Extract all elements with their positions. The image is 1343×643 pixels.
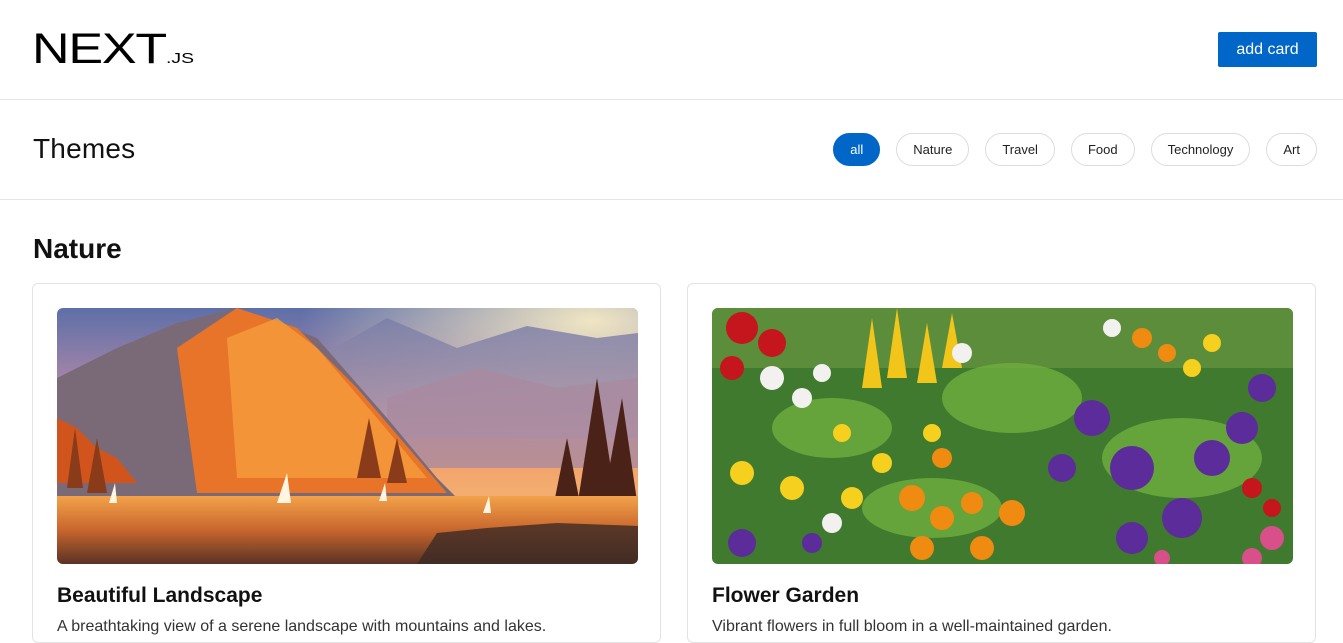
filter-all[interactable]: all xyxy=(833,133,881,166)
filter-food[interactable]: Food xyxy=(1070,133,1135,166)
flower-garden-image xyxy=(712,308,1293,564)
nextjs-logo[interactable]: NEXT .JS xyxy=(32,28,194,66)
themes-bar: Themes all Nature Travel Food Technology… xyxy=(0,100,1343,200)
filter-nature[interactable]: Nature xyxy=(896,133,970,166)
logo-suffix: .JS xyxy=(166,50,194,66)
filter-technology[interactable]: Technology xyxy=(1150,133,1251,166)
card-description: A breathtaking view of a serene landscap… xyxy=(57,618,547,635)
add-card-button[interactable]: add card xyxy=(1218,32,1317,67)
landscape-image xyxy=(57,308,638,564)
logo-text: NEXT xyxy=(32,28,167,66)
top-navbar: NEXT .JS add card xyxy=(0,0,1343,100)
section-title: Nature xyxy=(33,233,122,264)
filter-art[interactable]: Art xyxy=(1266,133,1317,166)
card-flower-garden[interactable]: Flower Garden Vibrant flowers in full bl… xyxy=(687,283,1316,643)
themes-title: Themes xyxy=(33,133,136,164)
theme-filters: all Nature Travel Food Technology Art xyxy=(833,133,1317,166)
card-title: Beautiful Landscape xyxy=(57,584,263,607)
card-description: Vibrant flowers in full bloom in a well-… xyxy=(712,618,1112,635)
card-title: Flower Garden xyxy=(712,584,860,607)
filter-travel[interactable]: Travel xyxy=(985,133,1055,166)
card-beautiful-landscape[interactable]: Beautiful Landscape A breathtaking view … xyxy=(32,283,661,643)
